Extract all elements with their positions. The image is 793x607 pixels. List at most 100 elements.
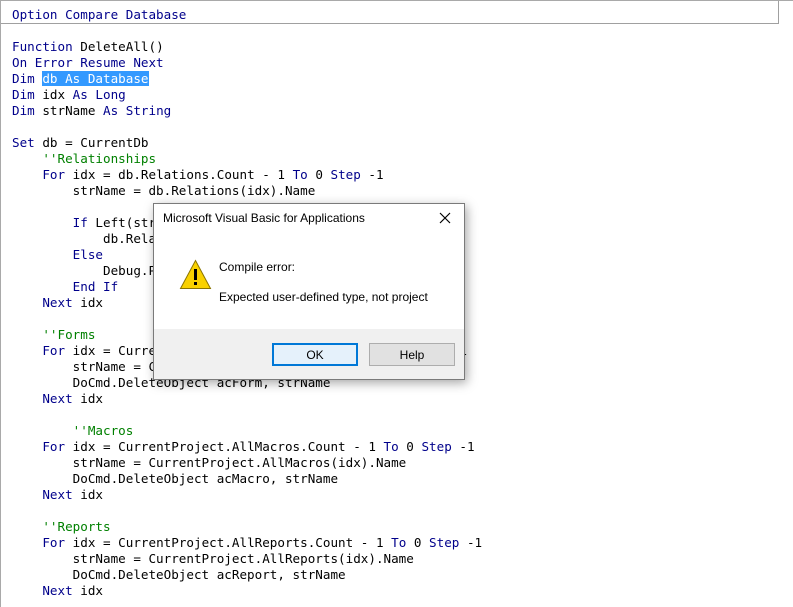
code-text: strName = db.Relations(idx).Name bbox=[12, 183, 316, 198]
code-text: DoCmd.DeleteObject acMacro, strName bbox=[12, 471, 339, 486]
code-line[interactable] bbox=[12, 23, 482, 39]
code-keyword: Next bbox=[42, 487, 73, 502]
code-line[interactable]: ''Relationships bbox=[12, 151, 482, 167]
code-line[interactable]: DoCmd.DeleteObject acMacro, strName bbox=[12, 471, 482, 487]
code-text: strName = CurrentProject.AllMacros(idx).… bbox=[12, 455, 407, 470]
code-line[interactable]: ''Reports bbox=[12, 519, 482, 535]
code-keyword: Dim bbox=[12, 103, 35, 118]
code-text: DoCmd.DeleteObject acReport, strName bbox=[12, 567, 346, 582]
code-text: idx bbox=[34, 87, 73, 102]
code-line[interactable]: Next idx bbox=[12, 583, 482, 599]
code-keyword: If bbox=[72, 215, 88, 230]
code-keyword: As String bbox=[103, 103, 172, 118]
code-keyword: To bbox=[391, 535, 407, 550]
code-keyword: Next bbox=[42, 295, 73, 310]
code-keyword: For bbox=[42, 343, 66, 358]
code-text: strName = CurrentProject.AllReports(idx)… bbox=[12, 551, 414, 566]
code-text: idx = db.Relations.Count - 1 bbox=[65, 167, 293, 182]
code-line[interactable]: Set db = CurrentDb bbox=[12, 135, 482, 151]
help-button[interactable]: Help bbox=[369, 343, 455, 366]
error-heading: Compile error: bbox=[219, 260, 296, 274]
code-keyword: Step bbox=[330, 167, 361, 182]
code-line[interactable]: For idx = CurrentProject.AllMacros.Count… bbox=[12, 439, 482, 455]
code-line[interactable]: strName = db.Relations(idx).Name bbox=[12, 183, 482, 199]
code-line[interactable]: Option Compare Database bbox=[12, 7, 482, 23]
code-keyword: As Long bbox=[72, 87, 126, 102]
code-text: 0 bbox=[406, 535, 430, 550]
code-text: strName bbox=[34, 103, 103, 118]
code-text: idx bbox=[72, 391, 104, 406]
code-line[interactable] bbox=[12, 503, 482, 519]
dialog-button-bar: OK Help bbox=[154, 329, 464, 379]
code-text: 0 bbox=[307, 167, 331, 182]
code-line[interactable]: Dim strName As String bbox=[12, 103, 482, 119]
code-line[interactable]: For idx = CurrentProject.AllReports.Coun… bbox=[12, 535, 482, 551]
code-keyword: End If bbox=[72, 279, 119, 294]
code-text: db = CurrentDb bbox=[34, 135, 149, 150]
code-keyword: Set bbox=[12, 135, 35, 150]
code-keyword: To bbox=[292, 167, 308, 182]
code-keyword: To bbox=[383, 439, 399, 454]
close-icon[interactable] bbox=[432, 207, 458, 229]
code-keyword: Dim bbox=[12, 71, 35, 86]
code-keyword: Step bbox=[429, 535, 460, 550]
code-comment: ''Macros bbox=[72, 423, 134, 438]
code-comment: ''Forms bbox=[42, 327, 96, 342]
code-keyword: For bbox=[42, 535, 66, 550]
warning-icon bbox=[179, 259, 212, 289]
code-text: -1 bbox=[459, 535, 483, 550]
code-comment: ''Relationships bbox=[42, 151, 157, 166]
code-text: 0 bbox=[398, 439, 422, 454]
code-keyword: Next bbox=[42, 391, 73, 406]
code-line[interactable] bbox=[12, 119, 482, 135]
code-line[interactable]: Dim idx As Long bbox=[12, 87, 482, 103]
code-text: -1 bbox=[451, 439, 475, 454]
ok-button[interactable]: OK bbox=[272, 343, 358, 366]
error-message: Expected user-defined type, not project bbox=[219, 290, 428, 304]
code-text: idx bbox=[72, 487, 104, 502]
code-keyword: For bbox=[42, 439, 66, 454]
code-line[interactable]: Function DeleteAll() bbox=[12, 39, 482, 55]
code-text: idx = CurrentProject.AllMacros.Count - 1 bbox=[65, 439, 384, 454]
code-text: DeleteAll() bbox=[72, 39, 164, 54]
code-line[interactable]: strName = CurrentProject.AllReports(idx)… bbox=[12, 551, 482, 567]
code-line[interactable]: ''Macros bbox=[12, 423, 482, 439]
selected-text: db As Database bbox=[42, 71, 149, 86]
code-keyword: Dim bbox=[12, 87, 35, 102]
code-keyword: Step bbox=[421, 439, 452, 454]
code-line[interactable]: Next idx bbox=[12, 391, 482, 407]
code-line[interactable]: On Error Resume Next bbox=[12, 55, 482, 71]
code-keyword: Option Compare Database bbox=[12, 7, 187, 22]
code-line[interactable]: Dim db As Database bbox=[12, 71, 482, 87]
code-text: idx bbox=[72, 295, 104, 310]
code-keyword: Next bbox=[42, 583, 73, 598]
dialog-title: Microsoft Visual Basic for Applications bbox=[163, 211, 365, 225]
code-keyword: On Error Resume Next bbox=[12, 55, 164, 70]
code-line[interactable]: strName = CurrentProject.AllMacros(idx).… bbox=[12, 455, 482, 471]
code-keyword: For bbox=[42, 167, 66, 182]
code-line[interactable]: DoCmd.DeleteObject acReport, strName bbox=[12, 567, 482, 583]
code-text: -1 bbox=[360, 167, 384, 182]
code-comment: ''Reports bbox=[42, 519, 111, 534]
code-line[interactable]: For idx = db.Relations.Count - 1 To 0 St… bbox=[12, 167, 482, 183]
code-keyword: Function bbox=[12, 39, 73, 54]
compile-error-dialog: Microsoft Visual Basic for Applications … bbox=[153, 203, 465, 380]
code-keyword: Else bbox=[72, 247, 104, 262]
code-line[interactable]: Next idx bbox=[12, 487, 482, 503]
code-line[interactable] bbox=[12, 407, 482, 423]
